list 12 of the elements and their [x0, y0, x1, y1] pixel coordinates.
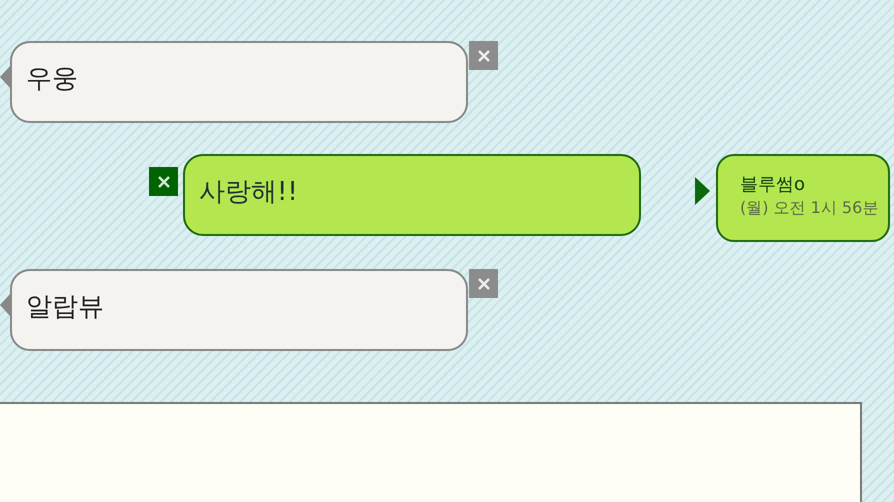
message-bubble: 알랍뷰	[10, 269, 468, 351]
message-input[interactable]	[0, 402, 862, 502]
bubble-tail-icon	[0, 66, 10, 88]
message-bubble: 사랑해!!	[183, 154, 641, 236]
message-time: (월) 오전 1시 56분	[740, 198, 878, 219]
message-bubble: 우웅	[10, 41, 468, 123]
close-icon[interactable]	[149, 167, 178, 196]
sender-name: 블루썸o	[740, 173, 806, 196]
bubble-tail-icon	[0, 294, 10, 316]
close-icon[interactable]	[469, 269, 498, 298]
play-arrow-icon	[695, 177, 710, 205]
close-icon[interactable]	[469, 41, 498, 70]
